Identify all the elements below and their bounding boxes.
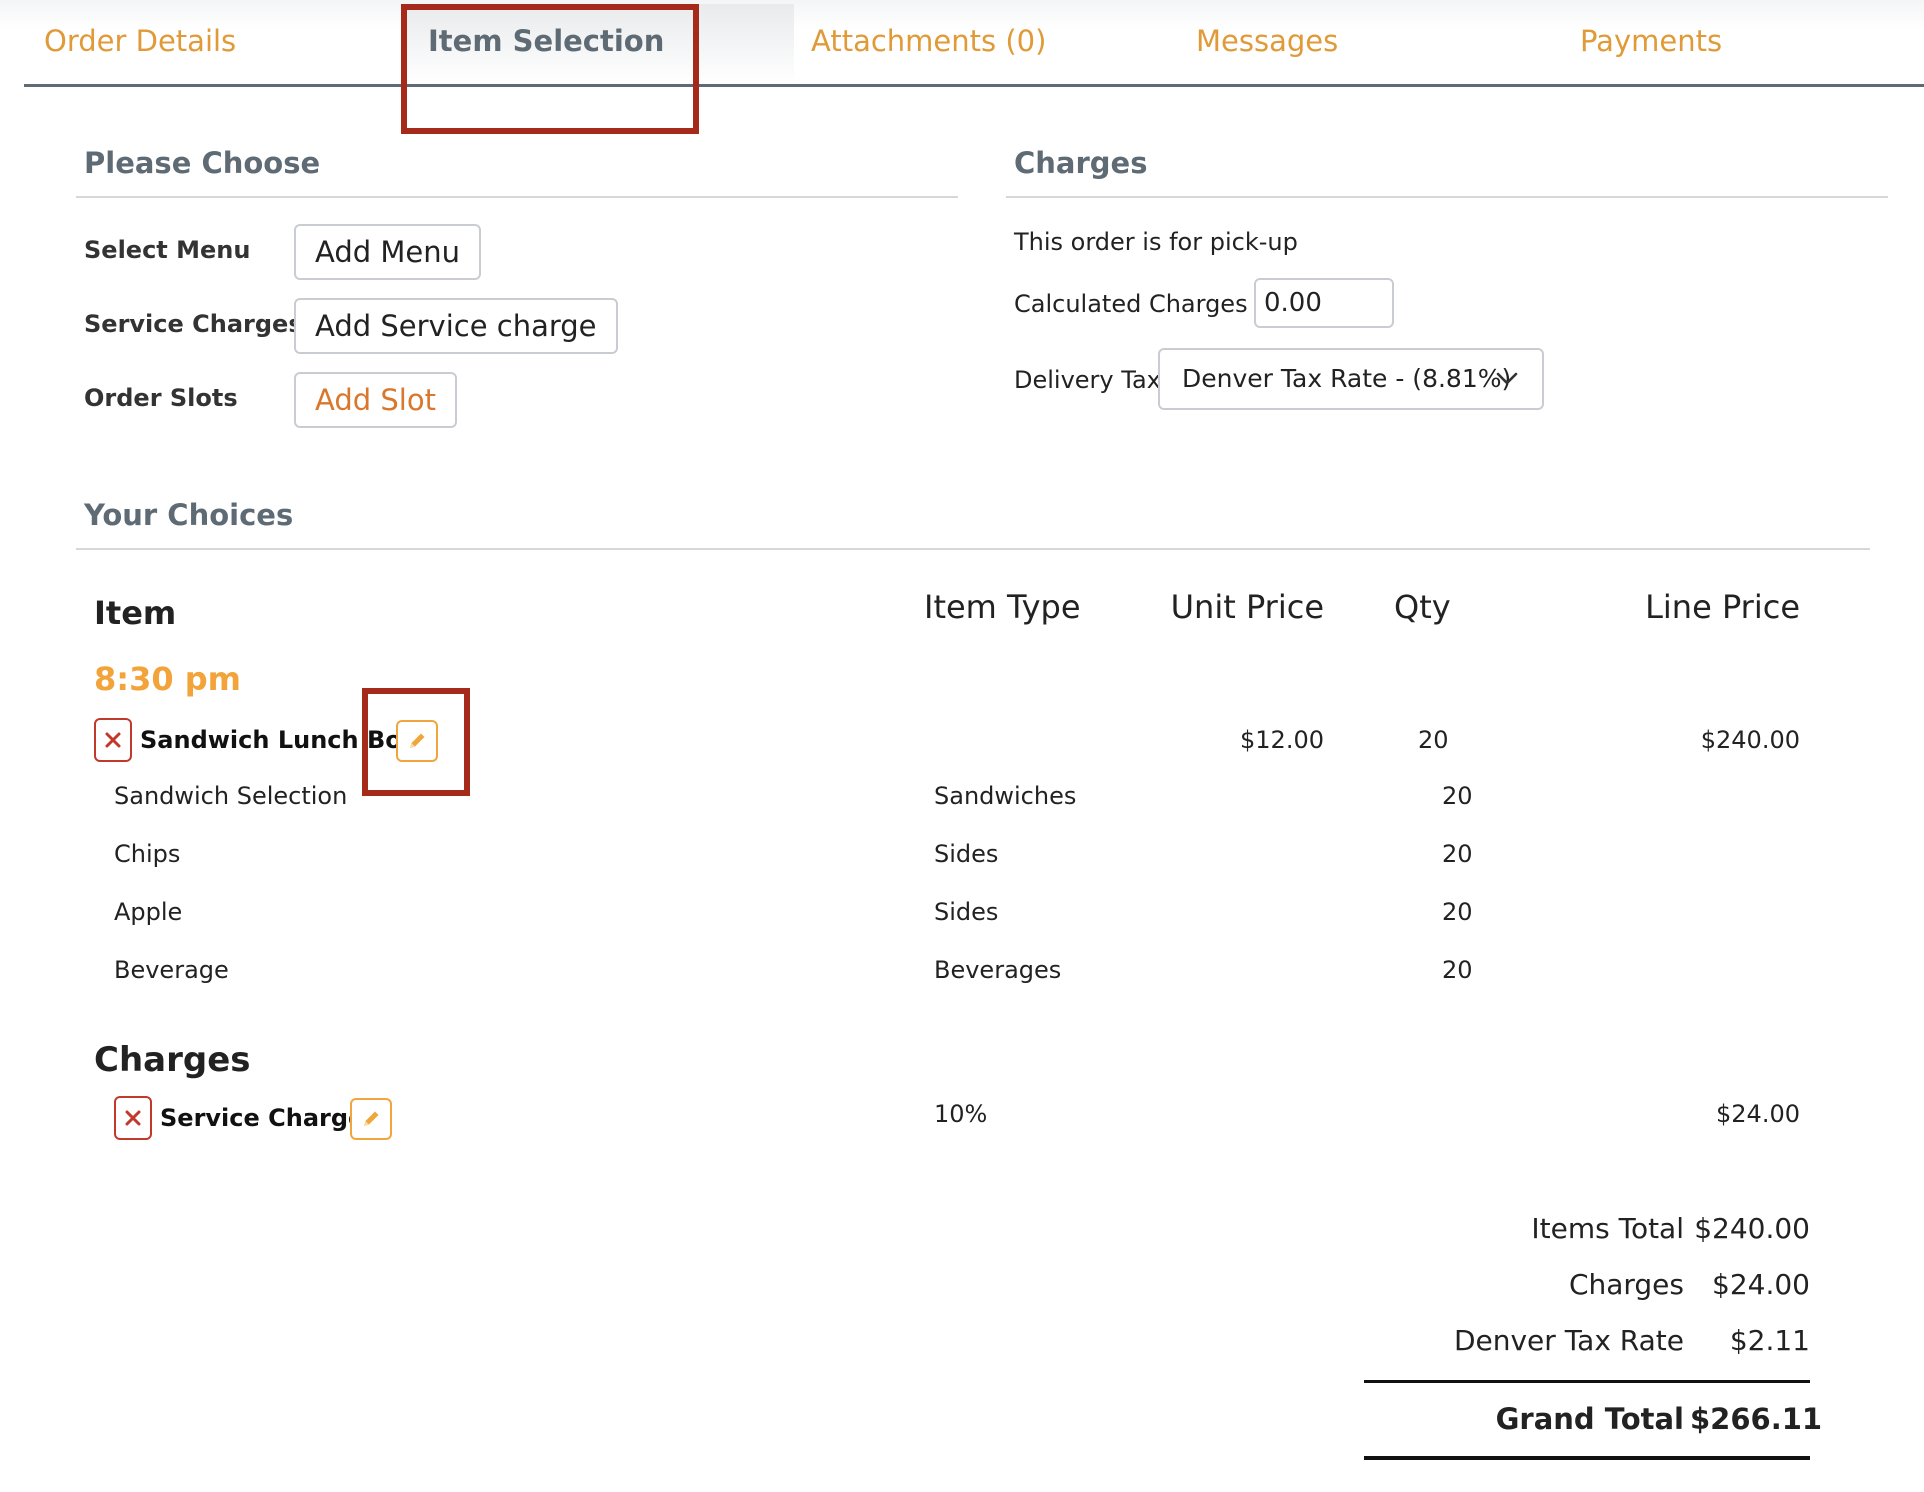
pickup-note: This order is for pick-up xyxy=(1014,228,1298,256)
chevron-down-icon xyxy=(1496,350,1518,408)
add-menu-button[interactable]: Add Menu xyxy=(294,224,481,280)
charge-name: Service Charge xyxy=(160,1104,365,1132)
please-choose-title: Please Choose xyxy=(84,146,321,180)
component-name: Beverage xyxy=(114,956,229,984)
time-group-label: 8:30 pm xyxy=(94,660,241,698)
item-unit-price: $12.00 xyxy=(1240,726,1324,754)
list-item: Beverage Beverages 20 xyxy=(0,956,1600,996)
items-total-value: $240.00 xyxy=(1694,1212,1810,1245)
grand-total-label: Grand Total xyxy=(1495,1402,1684,1436)
list-item: Apple Sides 20 xyxy=(0,898,1600,938)
item-qty: 20 xyxy=(1418,726,1449,754)
tab-attachments[interactable]: Attachments (0) xyxy=(811,24,1046,58)
tab-order-details[interactable]: Order Details xyxy=(44,24,236,58)
charges-total-label: Charges xyxy=(1568,1268,1684,1301)
list-item: Chips Sides 20 xyxy=(0,840,1600,880)
add-slot-button[interactable]: Add Slot xyxy=(294,372,457,428)
calculated-charges-label: Calculated Charges xyxy=(1014,290,1248,318)
delivery-tax-selected: Denver Tax Rate - (8.81%) xyxy=(1182,364,1512,393)
table-row: Service Charge 10% $24.00 xyxy=(114,1096,1814,1146)
delivery-tax-label: Delivery Tax xyxy=(1014,366,1161,394)
service-charges-label: Service Charges xyxy=(84,310,303,338)
close-icon xyxy=(125,1110,141,1126)
tax-value: $2.11 xyxy=(1729,1324,1810,1357)
charges-panel-title: Charges xyxy=(1014,146,1148,180)
pencil-icon xyxy=(364,1111,379,1126)
tab-messages[interactable]: Messages xyxy=(1196,24,1338,58)
edit-charge-button[interactable] xyxy=(350,1098,392,1140)
component-qty: 20 xyxy=(1442,840,1473,868)
column-header-unit-price: Unit Price xyxy=(1170,588,1324,626)
charges-total-value: $24.00 xyxy=(1712,1268,1810,1301)
tab-payments[interactable]: Payments xyxy=(1580,24,1722,58)
charge-rate: 10% xyxy=(934,1100,988,1128)
component-type: Sides xyxy=(934,840,999,868)
column-header-item: Item xyxy=(94,594,177,632)
component-type: Sandwiches xyxy=(934,782,1077,810)
component-qty: 20 xyxy=(1442,898,1473,926)
please-choose-divider xyxy=(76,196,958,198)
calculated-charges-input[interactable] xyxy=(1254,278,1394,328)
component-qty: 20 xyxy=(1442,956,1473,984)
close-icon xyxy=(105,732,121,748)
table-row: Sandwich Lunch Box $12.00 20 $240.00 xyxy=(94,718,1800,768)
highlight-box-edit xyxy=(362,688,470,796)
charge-amount: $24.00 xyxy=(1716,1100,1800,1128)
delivery-tax-select[interactable]: Denver Tax Rate - (8.81%) xyxy=(1158,348,1544,410)
charges-panel-divider xyxy=(1006,196,1888,198)
highlight-box-tab xyxy=(401,4,699,134)
tax-label: Denver Tax Rate xyxy=(1453,1324,1684,1357)
charges-heading: Charges xyxy=(94,1040,251,1080)
remove-item-button[interactable] xyxy=(94,718,132,762)
items-total-label: Items Total xyxy=(1531,1212,1684,1245)
component-type: Sides xyxy=(934,898,999,926)
remove-charge-button[interactable] xyxy=(114,1096,152,1140)
component-name: Sandwich Selection xyxy=(114,782,348,810)
component-qty: 20 xyxy=(1442,782,1473,810)
component-name: Chips xyxy=(114,840,181,868)
column-header-item-type: Item Type xyxy=(924,588,1081,626)
column-header-line-price: Line Price xyxy=(1645,588,1800,626)
select-menu-label: Select Menu xyxy=(84,236,251,264)
grand-total-value: $266.11 xyxy=(1690,1402,1823,1436)
item-line-price: $240.00 xyxy=(1700,726,1800,754)
summary-bottom-divider xyxy=(1364,1456,1810,1460)
summary-divider xyxy=(1364,1380,1810,1383)
order-slots-label: Order Slots xyxy=(84,384,238,412)
column-header-qty: Qty xyxy=(1394,588,1451,626)
list-item: Sandwich Selection Sandwiches 20 xyxy=(0,782,1600,822)
your-choices-title: Your Choices xyxy=(84,498,294,532)
your-choices-divider xyxy=(76,548,1870,550)
add-service-charge-button[interactable]: Add Service charge xyxy=(294,298,618,354)
component-type: Beverages xyxy=(934,956,1062,984)
component-name: Apple xyxy=(114,898,183,926)
